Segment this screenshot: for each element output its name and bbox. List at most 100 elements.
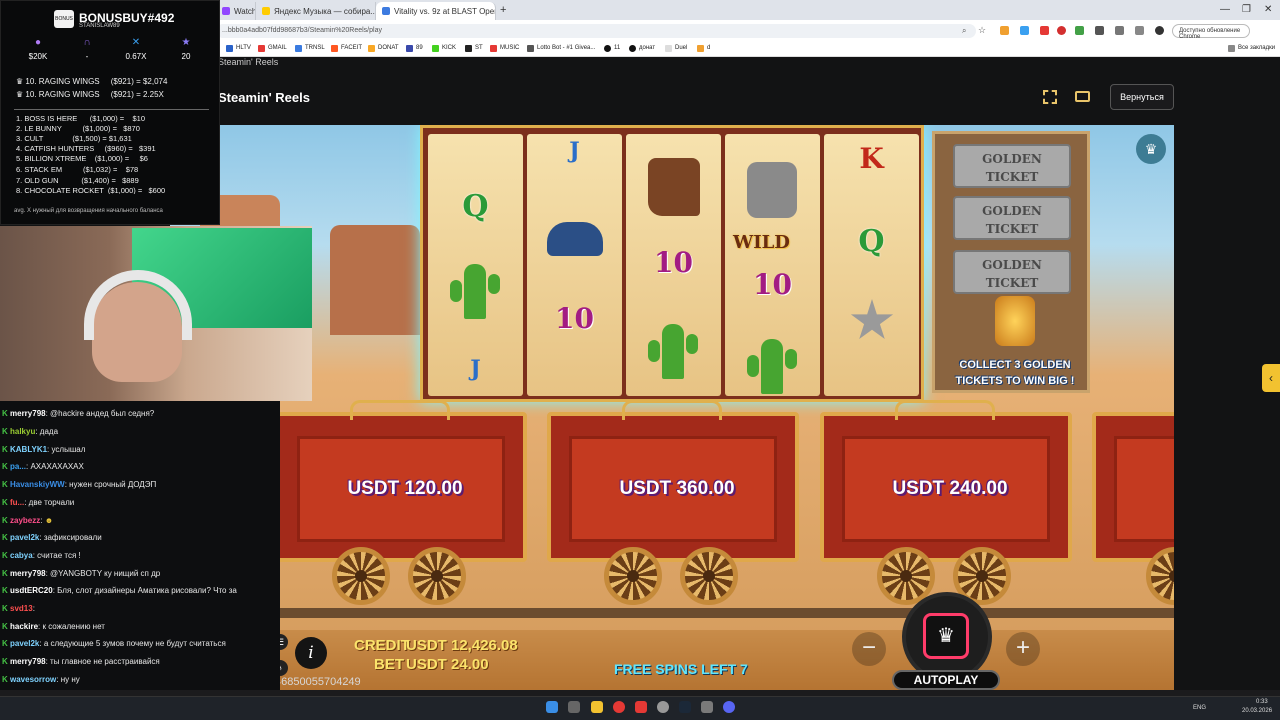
chat-username[interactable]: HavanskiyWW [10, 480, 65, 489]
reel-kingdom-icon[interactable]: ♛ [1136, 134, 1166, 164]
bookmark-item[interactable]: Lotto Bot - #1 Givea... [527, 45, 595, 52]
extension-icon[interactable] [1075, 26, 1084, 35]
badge-icon: K [2, 675, 8, 684]
wagon-value: USDT 120.00 [347, 478, 463, 499]
theatre-mode-icon[interactable] [1075, 91, 1090, 102]
bookmark-item[interactable]: GMAIL [258, 45, 287, 52]
chat-username[interactable]: merry798 [10, 409, 46, 418]
bookmark-item[interactable]: DONAT [368, 45, 399, 52]
info-button[interactable]: i [295, 637, 327, 669]
breadcrumb: Steamin' Reels [218, 57, 279, 67]
chat-username[interactable]: pavel2k [10, 533, 39, 542]
bookmark-favicon-icon [258, 45, 265, 52]
badge-icon: K [2, 427, 8, 436]
avatar[interactable] [1155, 26, 1164, 35]
chat-username[interactable]: KABLYK1 [10, 445, 47, 454]
chat-message: Kzaybezz: ☻ [2, 516, 54, 525]
url-field[interactable]: ...bbb0a4adb07fdd98687b3/Steamin%20Reels… [216, 24, 976, 38]
app-icon[interactable] [701, 701, 713, 713]
app-icon[interactable] [635, 701, 647, 713]
extension-icon[interactable] [1095, 26, 1104, 35]
bookmark-item[interactable]: d [697, 45, 710, 52]
chat-username[interactable]: zaybezz [10, 516, 40, 525]
bookmark-item[interactable]: донат [629, 45, 655, 52]
bookmark-item[interactable]: ST [465, 45, 483, 52]
chat-username[interactable]: merry798 [10, 657, 46, 666]
bookmark-item[interactable]: KICK [432, 45, 456, 52]
steam-icon[interactable] [679, 701, 691, 713]
badge-icon: K [2, 622, 8, 631]
puzzle-icon[interactable] [1115, 26, 1124, 35]
tab-yandex-music[interactable]: Яндекс Музыка — собира... [256, 2, 376, 20]
tab-vitality[interactable]: Vitality vs. 9z at BLAST Open R... [376, 2, 496, 20]
chat-username[interactable]: hackire [10, 622, 38, 631]
download-icon[interactable] [1135, 26, 1144, 35]
chevron-left-icon[interactable]: ‹ [1262, 364, 1280, 392]
wagon: USDT 360.00 [547, 412, 799, 562]
chat-username[interactable]: fu... [10, 498, 24, 507]
chat-username[interactable]: pa... [10, 462, 26, 471]
symbol-10: 10 [753, 268, 792, 301]
tab-favicon-icon [262, 7, 270, 15]
wheel [332, 547, 390, 605]
maximize-icon[interactable]: ❐ [1242, 4, 1251, 15]
windows-start-icon[interactable] [546, 701, 558, 713]
bookmark-favicon-icon [604, 45, 611, 52]
bookmark-item[interactable]: 11 [604, 45, 620, 52]
bookmark-item[interactable]: TRNSL [295, 45, 325, 52]
new-tab-button[interactable]: + [500, 4, 506, 16]
chat-username[interactable]: wavesorrow [10, 675, 56, 684]
folder-icon[interactable] [591, 701, 603, 713]
clock-time[interactable]: 0:33 [1256, 699, 1268, 705]
bookmark-item[interactable]: HLTV [226, 45, 251, 52]
bookmark-item[interactable]: 89 [406, 45, 423, 52]
bookmark-item[interactable]: MUSIC [490, 45, 519, 52]
tab-twitch[interactable]: Watch [216, 2, 256, 20]
discord-icon[interactable] [723, 701, 735, 713]
bookmark-item[interactable]: FACEIT [331, 45, 362, 52]
search-icon[interactable] [568, 701, 580, 713]
language-indicator[interactable]: ENG [1193, 705, 1206, 711]
star-icon[interactable]: ☆ [978, 25, 986, 36]
chat-text: @YANGBOTY ку нищий сп др [50, 569, 161, 578]
extension-icon[interactable] [1020, 26, 1029, 35]
back-button[interactable]: Вернуться [1110, 84, 1174, 110]
symbol-10: 10 [555, 302, 594, 335]
extension-icon[interactable] [1000, 26, 1009, 35]
bookmark-item[interactable]: Duel [665, 45, 687, 52]
chat-username[interactable]: halkyu [10, 427, 35, 436]
stat-avg-x: 0.67X [125, 52, 147, 61]
bonus-list-item: 1. BOSS IS HERE ($1,000) = $10 [16, 114, 146, 123]
stat-current: - [85, 52, 89, 61]
clock-date[interactable]: 20.03.2026 [1242, 708, 1272, 714]
chat-message: Kpa...: АХАХАХАХАХ [2, 462, 84, 471]
chat-username[interactable]: svd13 [10, 604, 33, 613]
chat-message: Kpavel2k: а следующие 5 зумов почему не … [2, 639, 226, 648]
extension-icon[interactable] [1057, 26, 1066, 35]
conductor-hat-icon [547, 222, 603, 256]
search-icon[interactable]: ⌕ [962, 26, 966, 36]
extension-icon[interactable] [1040, 26, 1049, 35]
bookmark-favicon-icon [295, 45, 302, 52]
spin-icon[interactable]: ♛ [923, 613, 969, 659]
chat-username[interactable]: cabya [10, 551, 33, 560]
chrome-icon[interactable] [613, 701, 625, 713]
autoplay-button[interactable]: AUTOPLAY [892, 670, 1000, 690]
tab-label: Vitality vs. 9z at BLAST Open R... [394, 7, 495, 16]
all-bookmarks[interactable]: Все закладки [1228, 45, 1275, 52]
chat-username[interactable]: pavel2k [10, 639, 39, 648]
chrome-update-button[interactable]: Доступно обновление Chrome [1172, 24, 1250, 40]
chat-username[interactable]: merry798 [10, 569, 46, 578]
emote-icon: ☻ [44, 516, 54, 525]
minimize-icon[interactable]: — [1220, 4, 1230, 15]
fullscreen-icon[interactable] [1043, 90, 1057, 104]
bet-increase-button[interactable]: + [1006, 632, 1040, 666]
tab-favicon-icon [222, 7, 230, 15]
chat-message: Ksvd13: [2, 604, 35, 613]
obs-icon[interactable] [657, 701, 669, 713]
chat-username[interactable]: usdtERC20 [10, 586, 53, 595]
chat-text: две торчали [28, 498, 75, 507]
chat-message: Kpavel2k: зафиксировали [2, 533, 102, 542]
close-icon[interactable]: ✕ [1264, 4, 1272, 15]
bet-decrease-button[interactable]: − [852, 632, 886, 666]
